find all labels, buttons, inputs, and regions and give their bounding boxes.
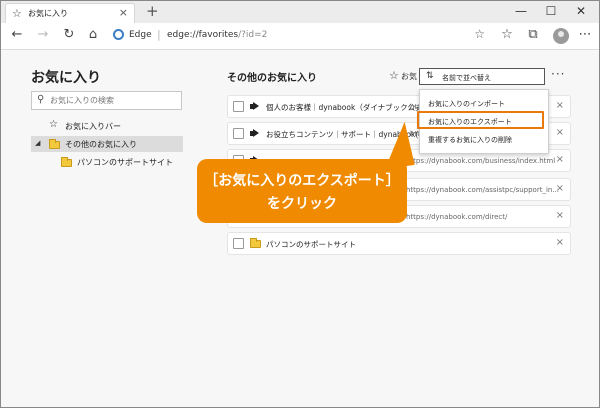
remove-icon[interactable]: ×	[556, 210, 564, 221]
tab-title: お気に入り	[28, 9, 68, 18]
favorite-name: 個人のお客様｜dynabook（ダイナブック公式）	[266, 103, 431, 112]
minimize-button[interactable]: —	[511, 4, 531, 18]
favorite-url: https://dynabook.com/assistpc/support_in…	[406, 186, 560, 194]
menu-item-import[interactable]: お気に入りのインポート	[420, 95, 548, 111]
close-window-button[interactable]: ✕	[571, 4, 591, 18]
row-checkbox[interactable]	[233, 128, 244, 139]
site-label: Edge	[129, 30, 152, 40]
remove-icon[interactable]: ×	[556, 183, 564, 194]
favorites-bar-star-icon: ☆	[49, 119, 58, 130]
home-icon[interactable]: ⌂	[85, 27, 101, 42]
collections-icon[interactable]: ⧉	[525, 27, 541, 42]
edge-logo-icon	[113, 29, 124, 40]
remove-icon[interactable]: ×	[556, 100, 564, 111]
url-main: edge://favorites	[167, 30, 239, 40]
back-icon[interactable]: ←	[9, 27, 25, 42]
tab-favorites[interactable]: ☆ お気に入り ×	[5, 3, 135, 23]
browser-window: ☆ お気に入り × + — ☐ ✕ ← → ↻ ⌂ Edge | edge://…	[0, 0, 600, 408]
address-bar[interactable]: Edge | edge://favorites/?id=2 ☆	[109, 27, 487, 45]
forward-icon[interactable]: →	[35, 27, 51, 42]
refresh-icon[interactable]: ↻	[61, 27, 77, 42]
page-title: お気に入り	[31, 70, 101, 86]
url-query: /?id=2	[238, 30, 268, 40]
export-highlight-box	[417, 111, 544, 129]
tab-close-button[interactable]: ×	[119, 6, 128, 19]
favorite-url: https://dynabook.com/business/index.html	[406, 157, 556, 165]
callout-line-2: をクリック	[267, 196, 337, 212]
row-checkbox[interactable]	[233, 238, 244, 249]
remove-icon[interactable]: ×	[556, 154, 564, 165]
section-title: その他のお気に入り	[227, 73, 317, 84]
folder-icon	[49, 139, 60, 149]
sort-label: 名前で並べ替え	[442, 74, 491, 82]
tree-item-other-favorites[interactable]: ◢ その他のお気に入り	[31, 136, 183, 152]
tree-item-favorites-bar[interactable]: ☆ お気に入りバー	[31, 118, 183, 134]
menu-item-label: お気に入りのインポート	[428, 100, 505, 108]
remove-icon[interactable]: ×	[556, 237, 564, 248]
callout-line-1: ［お気に入りのエクスポート］	[204, 173, 400, 189]
site-favicon-icon	[250, 129, 260, 138]
profile-avatar[interactable]	[553, 28, 569, 44]
add-favorite-icon[interactable]: ☆	[389, 69, 399, 82]
sort-button[interactable]: ⇅ 名前で並べ替え	[419, 68, 545, 85]
tree-item-pc-support[interactable]: パソコンのサポートサイト	[31, 154, 183, 170]
folder-icon	[61, 157, 72, 167]
favorite-name: パソコンのサポートサイト	[266, 240, 356, 249]
menu-item-remove-duplicates[interactable]: 重複するお気に入りの削除	[420, 131, 548, 147]
search-icon: ⚲	[37, 94, 45, 105]
maximize-button[interactable]: ☐	[541, 4, 561, 18]
row-checkbox[interactable]	[233, 101, 244, 112]
toolbar: ← → ↻ ⌂ Edge | edge://favorites/?id=2 ☆ …	[1, 23, 599, 50]
url-text: edge://favorites/?id=2	[167, 30, 267, 40]
tree-item-label: その他のお気に入り	[65, 140, 137, 149]
add-favorite-star-icon[interactable]: ☆	[474, 27, 485, 41]
add-favorite-label[interactable]: お気	[401, 71, 417, 82]
folder-icon	[250, 238, 261, 248]
favorite-url: https://dynabook.com/direct/	[406, 213, 508, 221]
url-separator: |	[157, 28, 161, 41]
settings-more-icon[interactable]: ⋯	[577, 27, 593, 42]
favorites-bar-icon[interactable]: ☆	[499, 27, 515, 42]
menu-item-label: 重複するお気に入りの削除	[428, 136, 512, 144]
remove-icon[interactable]: ×	[556, 127, 564, 138]
tab-strip: ☆ お気に入り × + — ☐ ✕	[1, 1, 599, 23]
more-options-icon[interactable]: ···	[551, 67, 565, 81]
tree-item-label: パソコンのサポートサイト	[77, 158, 173, 167]
site-favicon-icon	[250, 102, 260, 111]
search-input[interactable]	[50, 94, 175, 107]
sort-icon: ⇅	[426, 71, 434, 81]
new-tab-button[interactable]: +	[146, 2, 159, 20]
instruction-callout: ［お気に入りのエクスポート］ をクリック	[197, 159, 407, 223]
tree-item-label: お気に入りバー	[65, 122, 121, 131]
expand-arrow-icon[interactable]: ◢	[35, 139, 40, 147]
favorites-star-icon: ☆	[12, 7, 22, 20]
favorites-search-field[interactable]: ⚲	[31, 91, 182, 110]
favorite-folder-row[interactable]: パソコンのサポートサイト ×	[227, 232, 571, 255]
